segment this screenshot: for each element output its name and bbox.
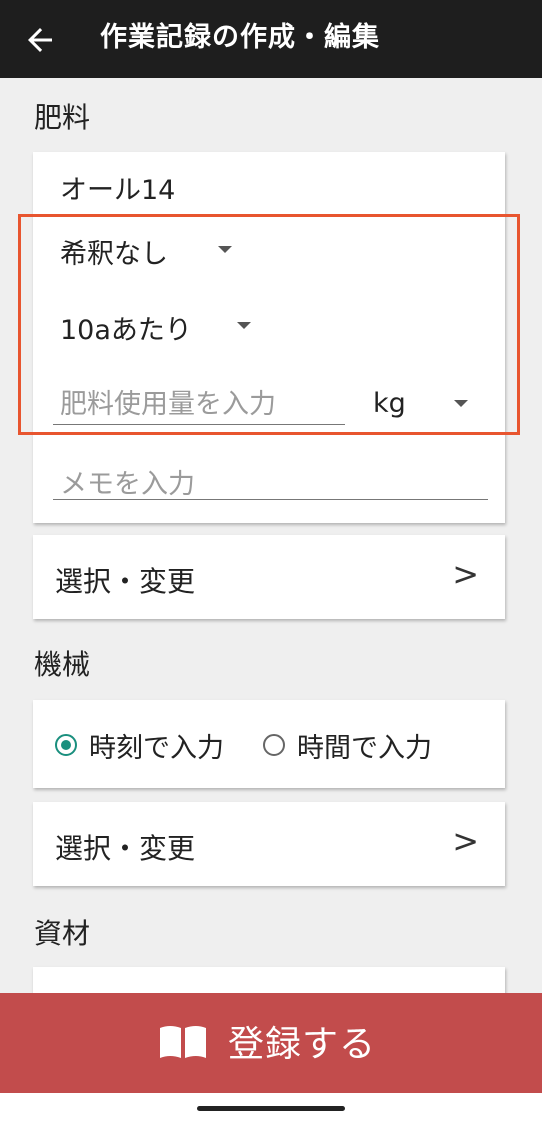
home-indicator[interactable] <box>197 1106 345 1111</box>
radio-unselected-icon <box>263 734 285 756</box>
section-label-machine: 機械 <box>34 648 91 681</box>
memo-input-placeholder: メモを入力 <box>60 469 195 500</box>
submit-button[interactable]: 登録する <box>0 993 542 1093</box>
system-nav-bar <box>0 1093 542 1125</box>
radio-selected-icon <box>55 734 77 756</box>
machine-select-button[interactable]: 選択・変更 > <box>33 802 505 886</box>
section-label-material: 資材 <box>34 917 91 950</box>
highlight-box <box>18 214 520 435</box>
memo-input-underline <box>53 499 488 500</box>
book-icon <box>160 1026 206 1058</box>
chevron-right-icon: > <box>452 555 479 593</box>
page-title: 作業記録の作成・編集 <box>100 22 380 53</box>
radio-label: 時間で入力 <box>297 733 432 764</box>
section-label-fertilizer: 肥料 <box>34 101 91 134</box>
fertilizer-select-button[interactable]: 選択・変更 > <box>33 535 505 619</box>
select-change-label: 選択・変更 <box>55 832 196 865</box>
machine-input-mode-card: 時刻で入力 時間で入力 <box>33 700 505 788</box>
select-change-label: 選択・変更 <box>55 565 196 598</box>
arrow-left-icon[interactable] <box>22 22 58 58</box>
radio-label: 時刻で入力 <box>89 733 224 764</box>
submit-label: 登録する <box>228 1024 377 1065</box>
fertilizer-name: オール14 <box>60 175 176 206</box>
app-bar: 作業記録の作成・編集 <box>0 0 542 78</box>
chevron-right-icon: > <box>452 822 479 860</box>
